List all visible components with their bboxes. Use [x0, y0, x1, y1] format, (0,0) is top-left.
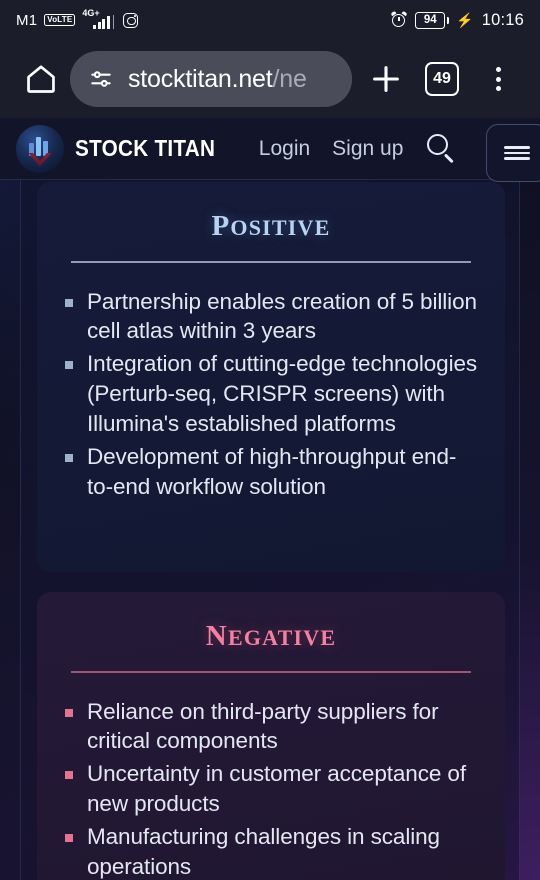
tab-switcher-button[interactable]: 49	[414, 51, 470, 107]
battery-icon: 94	[415, 11, 450, 29]
list-item: Manufacturing challenges in scaling oper…	[61, 822, 481, 880]
network-type-label: 4G+	[82, 8, 100, 18]
three-dot-icon	[495, 67, 501, 91]
search-icon[interactable]	[425, 132, 459, 166]
page-settings-icon	[91, 71, 111, 87]
positive-title-rest: OSITIVE	[230, 215, 331, 240]
negative-card: NEGATIVE Reliance on third-party supplie…	[37, 592, 505, 880]
tab-count-label: 49	[425, 62, 459, 96]
charging-bolt-icon: ⚡	[456, 12, 474, 28]
list-item: Integration of cutting-edge technologies…	[61, 349, 481, 439]
positive-card-title: POSITIVE	[37, 182, 505, 243]
positive-card: POSITIVE Partnership enables creation of…	[37, 182, 505, 572]
status-bar-left: M1 VoLTE 4G+	[16, 8, 139, 29]
instagram-icon	[123, 12, 139, 28]
positive-divider	[71, 261, 471, 263]
list-item: Partnership enables creation of 5 billio…	[61, 287, 481, 347]
status-bar-right: 94 ⚡ 10:16	[390, 10, 524, 30]
hamburger-icon[interactable]	[486, 124, 540, 182]
url-bar[interactable]: stocktitan.net/ne	[70, 51, 352, 107]
phone-screen: M1 VoLTE 4G+ 94 ⚡ 10:16 stocktitan.net/n…	[0, 0, 540, 880]
alarm-icon	[390, 10, 408, 28]
brand-name: STOCK TITAN	[75, 135, 216, 161]
signup-link[interactable]: Sign up	[332, 137, 403, 161]
home-icon[interactable]	[14, 52, 68, 106]
positive-title-initial: P	[211, 210, 231, 242]
battery-percent-label: 94	[415, 11, 446, 29]
signal-divider	[112, 15, 115, 29]
new-tab-button[interactable]	[358, 51, 414, 107]
negative-card-title: NEGATIVE	[37, 592, 505, 653]
list-item: Development of high-throughput end-to-en…	[61, 442, 481, 502]
browser-menu-button[interactable]	[470, 51, 526, 107]
browser-toolbar: stocktitan.net/ne 49	[0, 40, 540, 118]
negative-bullet-list: Reliance on third-party suppliers for cr…	[61, 697, 481, 880]
positive-bullet-list: Partnership enables creation of 5 billio…	[61, 287, 481, 502]
url-domain: stocktitan.net	[128, 64, 273, 93]
carrier-label: M1	[16, 11, 38, 29]
stock-titan-logo-icon[interactable]	[16, 124, 64, 173]
list-item: Reliance on third-party suppliers for cr…	[61, 697, 481, 757]
url-text: stocktitan.net/ne	[128, 65, 307, 94]
url-path: /ne	[272, 64, 307, 93]
list-item: Uncertainty in customer acceptance of ne…	[61, 759, 481, 819]
negative-divider	[71, 671, 471, 673]
volte-badge: VoLTE	[44, 13, 76, 27]
android-status-bar: M1 VoLTE 4G+ 94 ⚡ 10:16	[0, 0, 540, 40]
page-content: POSITIVE Partnership enables creation of…	[0, 180, 540, 880]
site-header: STOCK TITAN Login Sign up	[0, 118, 540, 182]
negative-title-initial: N	[205, 620, 228, 652]
signal-bars-icon: 4G+	[82, 8, 116, 29]
content-column: POSITIVE Partnership enables creation of…	[20, 180, 520, 880]
header-nav: Login Sign up	[259, 137, 404, 161]
clock-label: 10:16	[481, 10, 524, 29]
login-link[interactable]: Login	[259, 137, 310, 161]
negative-title-rest: EGATIVE	[227, 625, 337, 650]
